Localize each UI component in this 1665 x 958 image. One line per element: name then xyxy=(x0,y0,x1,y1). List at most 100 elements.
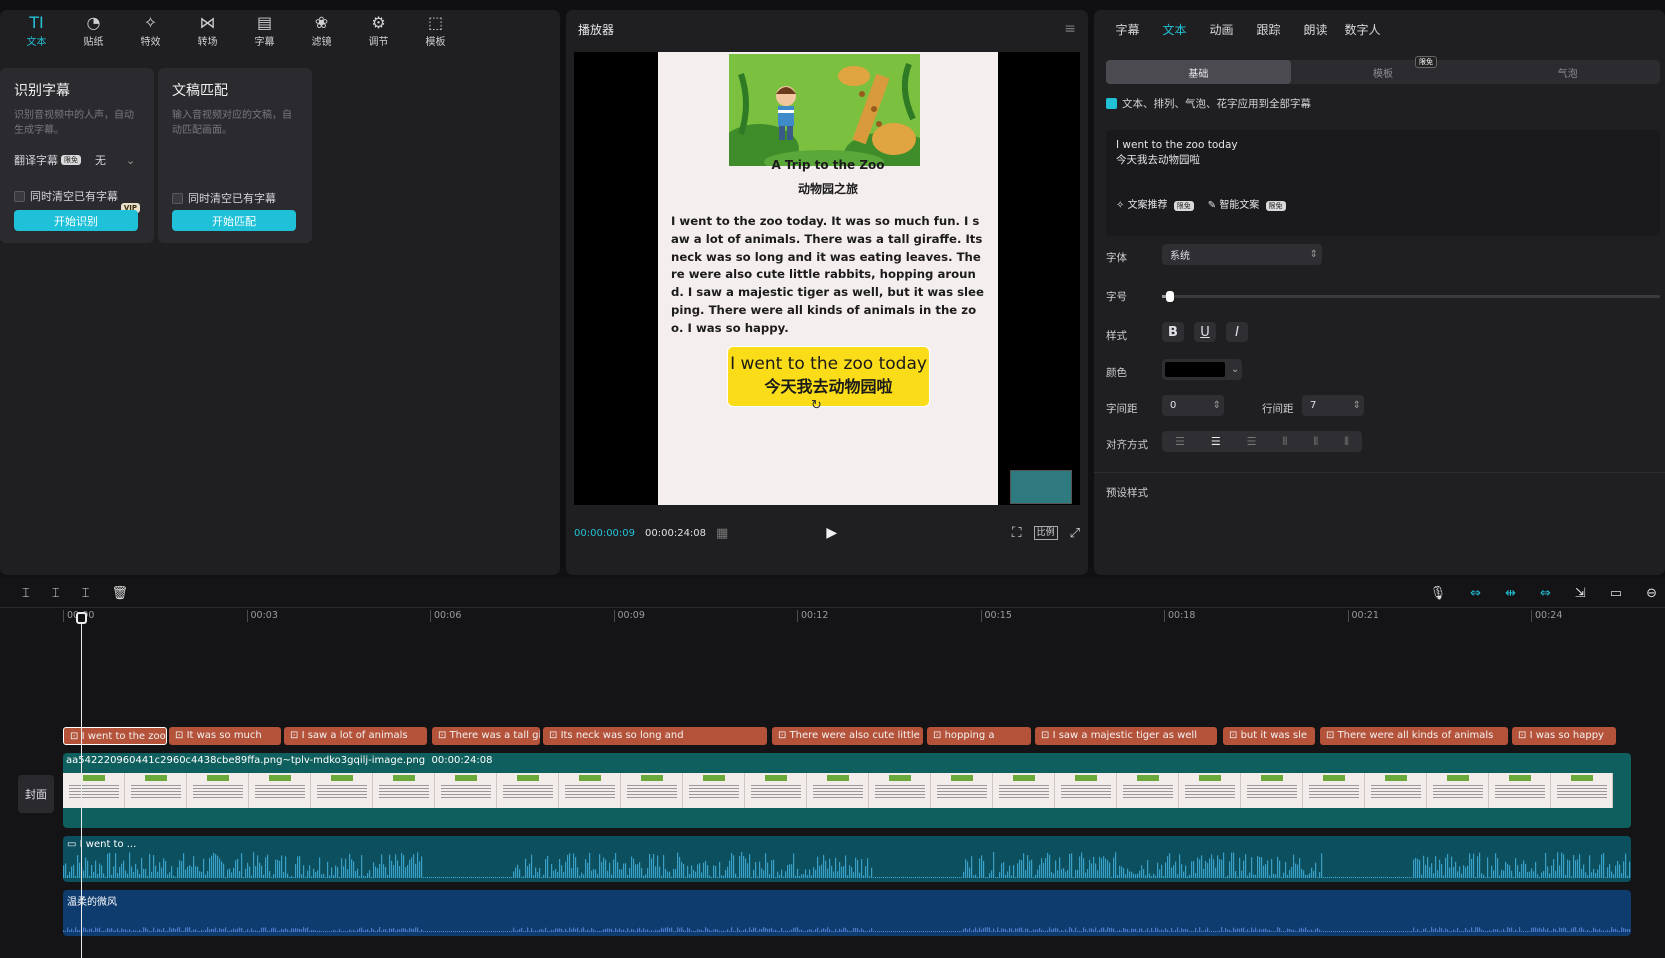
checkbox-checked-icon[interactable] xyxy=(1106,98,1117,109)
tool-subtitle[interactable]: ▤ 字幕 xyxy=(236,10,293,50)
align-middle-icon[interactable]: ⦀ xyxy=(1313,435,1318,449)
bold-button[interactable]: B xyxy=(1162,322,1184,342)
tab-5[interactable]: 数字人 xyxy=(1339,21,1386,38)
chevron-down-icon[interactable]: ⌄ xyxy=(126,154,135,167)
link-icon[interactable]: ⇔ xyxy=(1470,586,1481,601)
subtitle-clip[interactable]: ⊡ I saw a lot of animals xyxy=(284,727,427,745)
tool-adjust[interactable]: ⚙ 调节 xyxy=(350,10,407,50)
ratio-button[interactable]: 比例 xyxy=(1033,526,1058,540)
total-time: 00:00:24:08 xyxy=(645,527,707,539)
microphone-icon[interactable]: 🎙 xyxy=(1430,586,1447,601)
tool-filter[interactable]: ❀ 滤镜 xyxy=(293,10,350,50)
subtitle-clip[interactable]: ⊡ I went to the zoo xyxy=(63,727,167,745)
tab-3[interactable]: 跟踪 xyxy=(1245,21,1292,38)
music-track[interactable]: 温柔的微风 xyxy=(63,890,1631,936)
subtitle-clip[interactable]: ⊡ There was a tall gi xyxy=(432,727,540,745)
subtitle-clip[interactable]: ⊡ There were all kinds of animals xyxy=(1320,727,1508,745)
snap-icon[interactable]: ⇹ xyxy=(1505,586,1516,601)
translate-row[interactable]: 翻译字幕 限免 无 ⌄ xyxy=(14,152,140,168)
video-track[interactable]: aa542220960441c2960c4438cbe89ffa.png~tpl… xyxy=(63,753,1631,828)
subtitle-clip[interactable]: ⊡ hopping a xyxy=(927,727,1031,745)
ruler-tick: 00:03 xyxy=(246,610,278,622)
tool-label: 字幕 xyxy=(254,36,275,48)
ai-smart-button[interactable]: ✎ 智能文案 限免 xyxy=(1208,198,1286,213)
size-slider[interactable] xyxy=(1162,291,1660,302)
tool-transition[interactable]: ⋈ 转场 xyxy=(179,10,236,50)
stepper-icon[interactable]: ⇕ xyxy=(1353,400,1364,411)
grid-icon[interactable]: ▦ xyxy=(716,526,728,541)
size-label: 字号 xyxy=(1106,291,1127,303)
underline-button[interactable]: U xyxy=(1194,322,1216,342)
tool-template[interactable]: ⬚ 模板 xyxy=(407,10,464,50)
italic-button[interactable]: I xyxy=(1226,322,1248,342)
split-left-icon[interactable]: ⌶ xyxy=(52,586,60,601)
tool-text[interactable]: TI 文本 xyxy=(8,10,65,50)
checkbox-icon[interactable] xyxy=(14,190,25,202)
text-clip-icon: ⊡ xyxy=(1518,730,1530,741)
tool-label: 滤镜 xyxy=(311,36,332,48)
tool-effects[interactable]: ✧ 特效 xyxy=(122,10,179,50)
font-select[interactable]: 系统 ⇕ xyxy=(1162,244,1322,265)
tab-2[interactable]: 动画 xyxy=(1198,21,1245,38)
tool-label: 转场 xyxy=(197,36,218,48)
segment-2[interactable]: 气泡 xyxy=(1475,60,1660,84)
subtitle-clip[interactable]: ⊡ I saw a majestic tiger as well xyxy=(1035,727,1217,745)
tab-0[interactable]: 字幕 xyxy=(1104,21,1151,38)
start-recognize-button[interactable]: 开始识别 xyxy=(14,210,138,231)
caption-icon[interactable]: ▭ xyxy=(1610,586,1622,601)
align-left-icon[interactable]: ☰ xyxy=(1175,435,1185,448)
fullscreen-icon[interactable]: ⤢ xyxy=(1070,526,1080,541)
preview-thumbnail[interactable] xyxy=(1010,470,1072,504)
subtitle-clip[interactable]: ⊡ I was so happy xyxy=(1512,727,1616,745)
text-editor[interactable]: I went to the zoo today 今天我去动物园啦 ✧ 文案推荐 … xyxy=(1106,130,1660,236)
apply-all-row[interactable]: 文本、排列、气泡、花字应用到全部字幕 xyxy=(1106,96,1311,111)
tab-4[interactable]: 朗读 xyxy=(1292,21,1339,38)
delete-icon[interactable]: 🗑 xyxy=(111,586,128,601)
align-center-icon[interactable]: ☰ xyxy=(1211,435,1221,448)
play-icon[interactable]: ▶ xyxy=(826,525,837,541)
subtitle-clip[interactable]: ⊡ It was so much xyxy=(169,727,281,745)
zoom-out-icon[interactable]: ⊖ xyxy=(1646,586,1657,601)
tool-sticker[interactable]: ◔ 贴纸 xyxy=(65,10,122,50)
segment-0[interactable]: 基础 xyxy=(1106,60,1291,84)
voice-track[interactable]: ▭ I went to ... xyxy=(63,836,1631,882)
playhead-handle[interactable] xyxy=(76,612,87,624)
free-badge: 限免 xyxy=(1265,201,1286,211)
video-frame-thumb xyxy=(1427,773,1489,808)
clear-existing-row[interactable]: 同时清空已有字幕 xyxy=(14,188,140,204)
align-right-icon[interactable]: ☰ xyxy=(1247,435,1257,448)
playhead[interactable] xyxy=(81,612,82,958)
video-frame-thumb xyxy=(125,773,187,808)
menu-icon[interactable]: ≡ xyxy=(1064,21,1076,37)
video-stage[interactable]: A Trip to the Zoo 动物园之旅 I went to the zo… xyxy=(574,52,1080,505)
caption-box[interactable]: I went to the zoo today 今天我去动物园啦 xyxy=(727,346,930,407)
line-spacing-input[interactable]: 7 ⇕ xyxy=(1302,395,1364,416)
color-picker[interactable]: ⌄ xyxy=(1162,359,1242,380)
preview-axis-icon[interactable]: ⇔ xyxy=(1540,586,1551,601)
checkbox-icon[interactable] xyxy=(172,192,183,204)
tab-1[interactable]: 文本 xyxy=(1151,21,1198,38)
spacing-input[interactable]: 0 ⇕ xyxy=(1162,395,1224,416)
translate-value[interactable]: 无 xyxy=(95,152,106,168)
voice-clip-label: ▭ I went to ... xyxy=(67,839,137,850)
subtitle-clip[interactable]: ⊡ There were also cute little r xyxy=(772,727,923,745)
ruler-tick: 00:15 xyxy=(980,610,1012,622)
segment-1[interactable]: 模板 xyxy=(1291,60,1476,84)
split-icon[interactable]: ⌶ xyxy=(22,586,30,601)
align-bottom-icon[interactable]: ⦀ xyxy=(1344,435,1349,449)
split-right-icon[interactable]: ⌶ xyxy=(82,586,90,601)
subtitle-clip[interactable]: ⊡ Its neck was so long and xyxy=(543,727,767,745)
cover-button[interactable]: 封面 xyxy=(18,775,54,813)
chevron-down-icon: ⌄ xyxy=(1231,364,1240,375)
ai-recommend-button[interactable]: ✧ 文案推荐 限免 xyxy=(1116,198,1194,213)
subtitle-clip[interactable]: ⊡ but it was sle xyxy=(1223,727,1315,745)
stepper-icon[interactable]: ⇕ xyxy=(1213,400,1224,411)
screenshot-icon[interactable]: ⛶ xyxy=(1012,525,1022,541)
ruler-tick: 00:24 xyxy=(1531,610,1562,622)
split-view-icon[interactable]: ⇲ xyxy=(1575,586,1586,601)
start-match-button[interactable]: 开始匹配 xyxy=(172,210,296,231)
align-top-icon[interactable]: ⦀ xyxy=(1283,435,1288,449)
rotate-icon[interactable]: ↻ xyxy=(811,398,822,413)
clear-existing-row[interactable]: 同时清空已有字幕 xyxy=(172,190,298,206)
size-slider-knob[interactable] xyxy=(1165,291,1174,302)
